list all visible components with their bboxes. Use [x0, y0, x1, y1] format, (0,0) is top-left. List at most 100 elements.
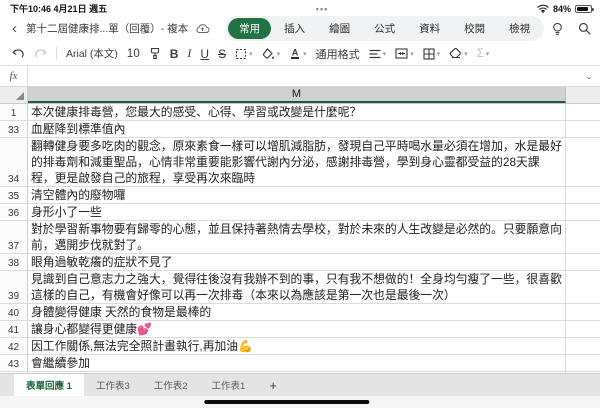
row-header[interactable]: 36 [0, 204, 28, 220]
merge-cells-dropdown[interactable]: ▾ [395, 48, 414, 59]
cell[interactable]: 走過28天輕零排毒，換來了嶄新的人生觀念！ 學習好好控制口慾、仔細聆聽身體聲音，… [28, 372, 566, 373]
cell-empty[interactable] [566, 338, 600, 354]
eraser-dropdown[interactable]: ▾ [449, 48, 468, 59]
sheet-tab[interactable]: 工作表2 [142, 374, 200, 396]
sheet-tab-bar: 表單回應 1 工作表3 工作表2 工作表1 + [0, 373, 600, 396]
title-bar: ‹ 第十二屆健康排...單（回覆）- 複本 常用插入繪圖公式資料校閱檢視 ••• [0, 15, 600, 42]
format-painter-icon[interactable] [149, 47, 161, 60]
row-header[interactable]: 41 [0, 321, 28, 337]
underline-button[interactable]: U [200, 47, 209, 61]
row-header[interactable]: 42 [0, 338, 28, 354]
row-header[interactable]: 37 [0, 221, 28, 253]
cell[interactable]: 因工作關係,無法完全照計畫執行,再加油💪 [28, 338, 566, 354]
row-header[interactable]: 38 [0, 254, 28, 270]
undo-icon[interactable] [12, 48, 25, 60]
table-row: 36 身形小了一些 [0, 204, 600, 221]
sheet-tab[interactable]: 工作表3 [84, 374, 142, 396]
row-header[interactable]: 40 [0, 304, 28, 320]
ribbon-tab-group: 常用 插入 繪圖 公式 資料 校閱 檢視 [225, 16, 545, 41]
cell[interactable]: 身體變得健康 天然的食物是最棒的 [28, 304, 566, 320]
cell-empty[interactable] [566, 221, 600, 253]
cell[interactable]: 見識到自己意志力之強大，覺得往後沒有我辦不到的事，只有我不想做的！全身均勻瘦了一… [28, 271, 566, 303]
row-header[interactable]: 1 [0, 104, 28, 120]
ribbon-tab[interactable]: 校閱 [453, 18, 496, 39]
ribbon-tab[interactable]: 檢視 [498, 18, 541, 39]
cell-empty[interactable] [566, 187, 600, 203]
row-header[interactable]: 34 [0, 138, 28, 186]
table-row: 40 身體變得健康 天然的食物是最棒的 [0, 304, 600, 321]
cell-empty[interactable] [566, 271, 600, 303]
cell[interactable]: 對於學習新事物要有歸零的心態，並且保持著熱情去學校，對於未來的人生改變是必然的。… [28, 221, 566, 253]
cell-empty[interactable] [566, 138, 600, 186]
ribbon-tab[interactable]: 插入 [273, 18, 316, 39]
number-format-dropdown[interactable]: 通用格式 [316, 46, 360, 62]
row-header[interactable]: 33 [0, 121, 28, 137]
font-name-dropdown[interactable]: Arial (本文) [66, 46, 118, 61]
column-header-row: M [0, 87, 600, 104]
status-date: 4月21日 週五 [53, 4, 108, 14]
row-header[interactable]: 39 [0, 271, 28, 303]
autosum-dropdown[interactable]: Σ ▾ [477, 48, 490, 60]
formula-input[interactable] [28, 66, 578, 86]
add-sheet-button[interactable]: + [257, 374, 289, 396]
cell-empty[interactable] [566, 304, 600, 320]
italic-button[interactable]: I [187, 46, 191, 61]
battery-percent: 84% [552, 3, 571, 14]
cloud-sync-icon[interactable] [195, 23, 210, 34]
strikethrough-button[interactable]: S [218, 47, 226, 61]
row-header[interactable]: 44 [0, 372, 28, 373]
cell[interactable]: 讓身心都變得更健康💕 [28, 321, 566, 337]
ribbon-tab[interactable]: 公式 [363, 18, 406, 39]
svg-text:A: A [292, 48, 299, 58]
cell-empty[interactable] [566, 372, 600, 373]
sheet-tab[interactable]: 表單回應 1 [14, 374, 84, 396]
cell[interactable]: 翻轉健身要多吃肉的觀念，原來素食一樣可以增肌減脂肪，發現自己平時喝水量必須在增加… [28, 138, 566, 186]
cell-empty[interactable] [566, 321, 600, 337]
grid-dropdown[interactable]: ▾ [423, 47, 440, 60]
spreadsheet-grid: 1 本次健康排毒營，您最大的感受、心得、學習或改變是什麼呢？ 33 血壓降到標準… [0, 104, 600, 373]
cell-empty[interactable] [566, 204, 600, 220]
home-indicator[interactable] [204, 400, 370, 404]
bold-button[interactable]: B [170, 47, 179, 61]
row-header[interactable]: 35 [0, 187, 28, 203]
status-time: 下午10:46 [10, 4, 52, 14]
alignment-dropdown[interactable]: ▾ [369, 49, 386, 59]
status-bar: 下午10:46 4月21日 週五 ••• 84% [0, 0, 600, 15]
cell[interactable]: 清空體內的廢物囉 [28, 187, 566, 203]
cell-empty[interactable] [566, 104, 600, 120]
fill-color-dropdown[interactable]: ▾ [262, 47, 280, 60]
search-icon[interactable] [578, 22, 591, 35]
ribbon-tab[interactable]: 繪圖 [318, 18, 361, 39]
table-row: 37 對於學習新事物要有歸零的心態，並且保持著熱情去學校，對於未來的人生改變是必… [0, 221, 600, 254]
row-header[interactable]: 43 [0, 355, 28, 371]
back-chevron-icon[interactable]: ‹ [10, 21, 19, 36]
select-all-corner[interactable] [0, 87, 28, 103]
table-row: 43 會繼續參加 [0, 355, 600, 372]
lightbulb-icon[interactable] [551, 22, 564, 36]
wifi-icon [537, 4, 549, 13]
formula-expand-chevron-icon[interactable]: ⌄ [578, 66, 600, 86]
cell[interactable]: 本次健康排毒營，您最大的感受、心得、學習或改變是什麼呢？ [28, 104, 566, 120]
toolbar-divider [56, 47, 57, 60]
cell[interactable]: 血壓降到標準值內 [28, 121, 566, 137]
sheet-tab[interactable]: 工作表1 [200, 374, 258, 396]
document-title: 第十二屆健康排...單（回覆）- 複本 [26, 23, 189, 35]
redo-icon[interactable] [34, 48, 47, 60]
formula-bar: fx ⌄ [0, 66, 600, 87]
borders-dropdown[interactable]: ▾ [235, 48, 253, 60]
cell[interactable]: 身形小了一些 [28, 204, 566, 220]
column-header-next[interactable] [566, 87, 600, 103]
table-row: 42 因工作關係,無法完全照計畫執行,再加油💪 [0, 338, 600, 355]
font-color-dropdown[interactable]: A ▾ [289, 47, 307, 60]
font-size-dropdown[interactable]: 10 [127, 48, 140, 60]
cell-empty[interactable] [566, 355, 600, 371]
cell-empty[interactable] [566, 254, 600, 270]
fx-label: fx [0, 66, 28, 86]
ribbon-tab[interactable]: 常用 [228, 18, 272, 39]
cell[interactable]: 會繼續參加 [28, 355, 566, 371]
cell[interactable]: 眼角過敏乾癢的症狀不見了 [28, 254, 566, 270]
cell-empty[interactable] [566, 121, 600, 137]
column-header-m[interactable]: M [28, 87, 566, 103]
ribbon-tab[interactable]: 資料 [408, 18, 451, 39]
home-indicator-area [0, 396, 600, 408]
